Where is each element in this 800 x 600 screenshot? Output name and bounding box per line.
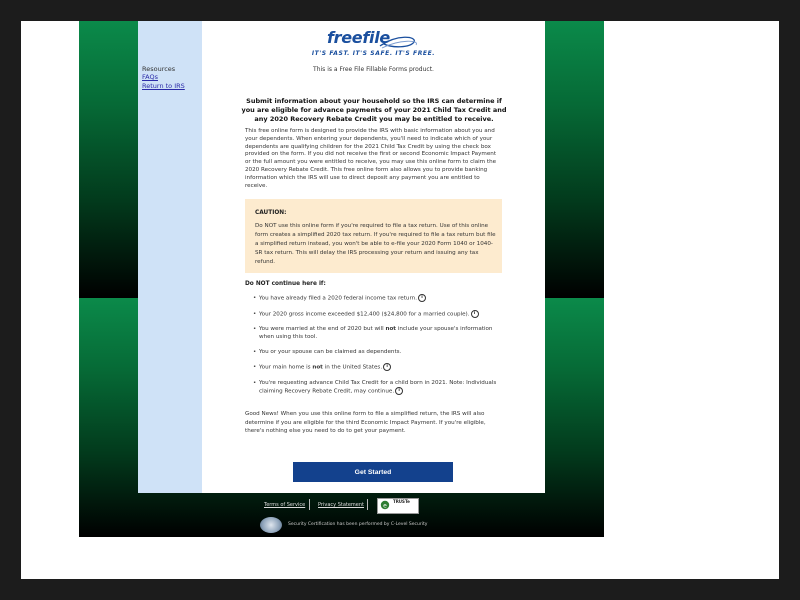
terms-of-service-link[interactable]: Terms of Service xyxy=(264,502,305,508)
intro-paragraph: This free online form is designed to pro… xyxy=(245,128,497,189)
get-started-button[interactable]: Get Started xyxy=(293,462,453,482)
info-icon[interactable]: i xyxy=(383,363,392,371)
sidebar xyxy=(138,21,202,493)
bullet-item: Your main home is not in the United Stat… xyxy=(253,363,504,372)
product-line: This is a Free File Fillable Forms produ… xyxy=(313,66,434,73)
bullet-item: You have already filed a 2020 federal in… xyxy=(253,294,504,303)
logo-tagline: IT'S FAST. IT'S SAFE. IT'S FREE. xyxy=(311,50,436,57)
footer-divider xyxy=(309,499,310,510)
do-not-continue-heading: Do NOT continue here if: xyxy=(245,281,326,287)
info-icon[interactable]: i xyxy=(470,310,479,318)
good-news-paragraph: Good News! When you use this online form… xyxy=(245,411,486,434)
bullet-item: You or your spouse can be claimed as dep… xyxy=(253,348,504,356)
caution-title: CAUTION: xyxy=(255,210,287,216)
logo: freefile xyxy=(327,28,390,47)
bullet-item: You're requesting advance Child Tax Cred… xyxy=(253,379,504,396)
bullet-item: Your 2020 gross income exceeded $12,400 … xyxy=(253,310,504,319)
truste-label: TRUSTe xyxy=(393,499,410,504)
svg-text:e: e xyxy=(383,502,387,509)
sidebar-link-return-to-irs[interactable]: Return to IRS xyxy=(142,82,185,90)
footer-divider xyxy=(367,499,368,510)
page-heading: Submit information about your household … xyxy=(241,97,507,123)
caution-text: Do NOT use this online form if you're re… xyxy=(255,223,496,265)
info-icon[interactable]: i xyxy=(417,294,426,302)
sidebar-link-faqs[interactable]: FAQs xyxy=(142,73,158,81)
truste-seal-icon: e xyxy=(380,500,390,509)
security-certification-text: Security Certification has been performe… xyxy=(288,522,428,527)
info-icon[interactable]: i xyxy=(395,387,404,395)
bullet-item: You were married at the end of 2020 but … xyxy=(253,325,504,341)
security-seal-icon xyxy=(260,517,282,533)
sidebar-title: Resources xyxy=(142,65,176,73)
privacy-statement-link[interactable]: Privacy Statement xyxy=(318,502,364,508)
